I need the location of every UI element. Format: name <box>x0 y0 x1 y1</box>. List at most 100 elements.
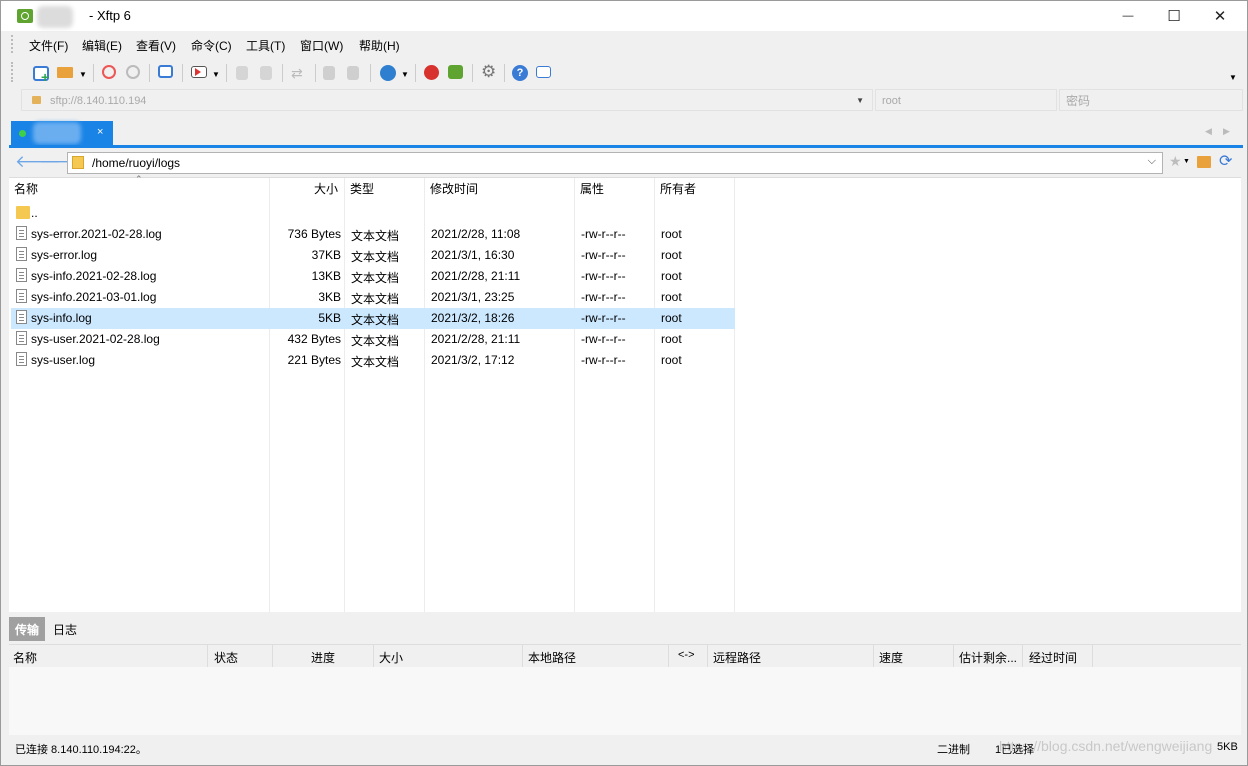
column-header-attributes[interactable]: 属性 <box>580 178 604 200</box>
column-divider[interactable] <box>272 645 273 667</box>
connected-dot-icon <box>19 130 26 137</box>
column-divider[interactable] <box>873 645 874 667</box>
copy-icon[interactable] <box>323 66 335 80</box>
file-row[interactable]: sys-info.log 5KB 文本文档 2021/3/2, 18:26 -rw-r-… <box>11 308 735 329</box>
menu-help[interactable]: 帮助(H) <box>359 37 400 54</box>
minimize-icon: — <box>1122 10 1134 22</box>
column-header-name[interactable]: 名称 <box>14 178 38 200</box>
file-row[interactable]: sys-info.2021-03-01.log 3KB 文本文档 2021/3/1, … <box>11 287 735 308</box>
toolbar-overflow-icon[interactable]: ▼ <box>1229 73 1237 82</box>
globe-icon[interactable] <box>380 65 396 81</box>
column-header-type[interactable]: 类型 <box>350 178 374 200</box>
parent-directory-row[interactable]: .. <box>11 203 735 224</box>
home-folder-icon[interactable] <box>1197 156 1211 168</box>
file-modified: 2021/2/28, 21:11 <box>431 332 521 346</box>
toolbar-separator <box>226 64 227 82</box>
transfer-col-progress[interactable]: 进度 <box>311 649 335 666</box>
transfer-col-size[interactable]: 大小 <box>379 649 403 666</box>
paste-file-icon[interactable] <box>260 66 272 80</box>
file-modified: 2021/2/28, 21:11 <box>431 269 521 283</box>
transfer-list[interactable] <box>9 667 1241 735</box>
file-row[interactable]: sys-user.2021-02-28.log 432 Bytes 文本文档 2021… <box>11 329 735 350</box>
transfer-col-status[interactable]: 状态 <box>214 649 238 666</box>
menu-window[interactable]: 窗口(W) <box>300 37 343 54</box>
chat-icon[interactable] <box>536 66 551 78</box>
column-header-size[interactable]: 大小 <box>314 178 338 200</box>
settings-gear-icon[interactable]: ⚙ <box>481 62 496 82</box>
file-attributes: -rw-r--r-- <box>581 248 626 262</box>
maximize-button[interactable]: ☐ <box>1151 1 1197 31</box>
paste-icon[interactable] <box>347 66 359 80</box>
username-field[interactable]: root <box>875 89 1057 111</box>
column-divider[interactable] <box>207 645 208 667</box>
file-row[interactable]: sys-error.2021-02-28.log 736 Bytes 文本文档 202… <box>11 224 735 245</box>
file-type: 文本文档 <box>351 229 400 243</box>
column-header-modified[interactable]: 修改时间 <box>430 178 478 200</box>
menu-file[interactable]: 文件(F) <box>29 37 68 54</box>
transfer-col-local-path[interactable]: 本地路径 <box>528 649 576 666</box>
transfer-col-eta[interactable]: 估计剩余... <box>959 649 1017 666</box>
file-attributes: -rw-r--r-- <box>581 332 626 346</box>
address-bar: sftp://8.140.110.194 ▼ root 密码 <box>21 89 1243 111</box>
menu-command[interactable]: 命令(C) <box>191 37 232 54</box>
open-folder-icon[interactable] <box>57 67 73 78</box>
close-button[interactable]: ✕ <box>1197 1 1243 31</box>
path-input[interactable]: /home/ruoyi/logs ⌵ <box>67 152 1163 174</box>
xftp-icon[interactable] <box>448 65 463 79</box>
window-title: - Xftp 6 <box>89 8 131 23</box>
transfer-dropdown-icon[interactable]: ▼ <box>212 70 220 79</box>
file-size: 13KB <box>311 269 341 283</box>
menu-edit[interactable]: 编辑(E) <box>82 37 122 54</box>
file-row[interactable]: sys-info.2021-02-28.log 13KB 文本文档 2021/2/28… <box>11 266 735 287</box>
host-field[interactable]: sftp://8.140.110.194 ▼ <box>21 89 873 111</box>
column-divider[interactable] <box>668 645 669 667</box>
favorite-star-icon[interactable]: ★ <box>1169 153 1182 170</box>
tab-log[interactable]: 日志 <box>53 621 77 638</box>
session-tab-close-icon[interactable]: × <box>97 126 103 138</box>
host-dropdown-icon[interactable]: ▼ <box>856 90 864 112</box>
tab-scroll-right-icon[interactable]: ▶ <box>1223 126 1230 137</box>
help-icon[interactable]: ? <box>512 65 528 81</box>
xshell-icon[interactable] <box>424 65 439 80</box>
transfer-col-speed[interactable]: 速度 <box>879 649 903 666</box>
file-row[interactable]: sys-error.log 37KB 文本文档 2021/3/1, 16:30 -rw-… <box>11 245 735 266</box>
column-divider[interactable] <box>522 645 523 667</box>
copy-file-icon[interactable] <box>236 66 248 80</box>
column-divider[interactable] <box>1092 645 1093 667</box>
file-name: sys-user.2021-02-28.log <box>31 332 160 346</box>
tab-scroll-left-icon[interactable]: ◀ <box>1205 126 1212 137</box>
transfer-col-name[interactable]: 名称 <box>13 649 37 666</box>
transfer-col-direction[interactable]: <-> <box>678 649 695 661</box>
column-divider[interactable] <box>373 645 374 667</box>
reconnect-icon[interactable] <box>126 65 140 79</box>
minimize-button[interactable]: — <box>1105 1 1151 31</box>
status-bar: 已连接 8.140.110.194:22。 https://blog.csdn.… <box>9 737 1241 759</box>
refresh-icon[interactable]: ⟳ <box>1219 151 1232 171</box>
session-properties-icon[interactable] <box>158 65 173 78</box>
password-field[interactable]: 密码 <box>1059 89 1243 111</box>
disconnect-icon[interactable] <box>102 65 116 79</box>
transfer-col-remote-path[interactable]: 远程路径 <box>713 649 761 666</box>
text-file-icon <box>16 331 27 345</box>
toolbar-grip <box>11 62 16 82</box>
column-header-owner[interactable]: 所有者 <box>660 178 696 200</box>
menu-tools[interactable]: 工具(T) <box>246 37 285 54</box>
column-divider[interactable] <box>707 645 708 667</box>
file-row[interactable]: sys-user.log 221 Bytes 文本文档 2021/3/2, 17:12… <box>11 350 735 371</box>
open-dropdown-icon[interactable]: ▼ <box>79 70 87 79</box>
column-divider[interactable] <box>953 645 954 667</box>
file-modified: 2021/3/2, 17:12 <box>431 353 515 367</box>
session-tab[interactable]: × <box>11 121 113 145</box>
column-divider[interactable] <box>1022 645 1023 667</box>
sync-arrows-icon[interactable]: ⇄ <box>291 65 303 82</box>
path-dropdown-icon[interactable]: ⌵ <box>1148 155 1156 168</box>
globe-dropdown-icon[interactable]: ▼ <box>401 70 409 79</box>
favorite-dropdown-icon[interactable]: ▼ <box>1183 158 1190 165</box>
menu-view[interactable]: 查看(V) <box>136 37 176 54</box>
file-modified: 2021/3/1, 23:25 <box>431 290 515 304</box>
transfer-col-elapsed[interactable]: 经过时间 <box>1029 649 1077 666</box>
parent-directory-label: .. <box>31 206 38 220</box>
file-size: 3KB <box>318 290 341 304</box>
path-folder-icon <box>72 156 84 169</box>
text-file-icon <box>16 268 27 282</box>
